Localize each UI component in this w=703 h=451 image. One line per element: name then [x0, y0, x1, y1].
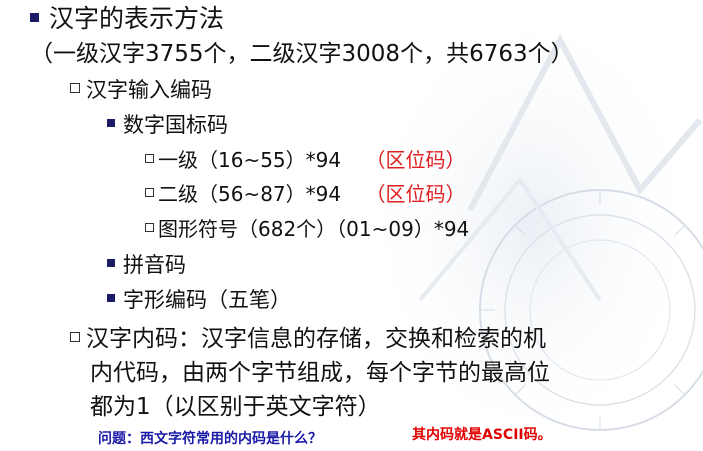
internal-code-line-1: 汉字内码：汉字信息的存储，交换和检索的机	[70, 328, 546, 351]
hollow-square-bullet-icon	[145, 188, 154, 197]
zixing-line: 字形编码（五笔）	[107, 290, 291, 311]
slide: 汉字的表示方法 （一级汉字3755个，二级汉字3008个，共6763个） 汉字输…	[0, 0, 703, 451]
title-line: 汉字的表示方法	[30, 6, 224, 31]
guobiao-item-text: 一级（16~55）*94	[158, 148, 342, 172]
square-bullet-icon	[107, 294, 115, 302]
guobiao-item-text: 二级（56~87）*94	[158, 182, 342, 206]
quwei-note: （区位码）	[365, 148, 466, 172]
answer-text: 其内码就是ASCII码。	[412, 427, 552, 443]
guobiao-item-1: 一级（16~55）*94 （区位码）	[145, 150, 465, 170]
guobiao-item-2: 二级（56~87）*94 （区位码）	[145, 184, 465, 204]
guobiao-label: 数字国标码	[123, 113, 228, 137]
quwei-note: （区位码）	[365, 182, 466, 206]
hollow-square-bullet-icon	[70, 331, 80, 342]
internal-code-line-3: 都为1（以区别于英文字符）	[90, 394, 381, 420]
subtitle: （一级汉字3755个，二级汉字3008个，共6763个）	[30, 41, 574, 67]
slide-title: 汉字的表示方法	[49, 4, 225, 33]
pinyin-line: 拼音码	[107, 255, 186, 276]
zixing-label: 字形编码（五笔）	[123, 288, 291, 312]
input-code-line: 汉字输入编码	[70, 80, 212, 101]
hollow-square-bullet-icon	[145, 223, 154, 232]
pinyin-label: 拼音码	[123, 253, 186, 277]
square-bullet-icon	[30, 12, 39, 22]
input-code-label: 汉字输入编码	[86, 78, 212, 102]
guobiao-line: 数字国标码	[107, 115, 228, 136]
square-bullet-icon	[107, 259, 115, 267]
guobiao-item-3: 图形符号（682个）（01~09）*94	[145, 219, 469, 239]
hollow-square-bullet-icon	[145, 154, 154, 163]
internal-code-text: 汉字内码：汉字信息的存储，交换和检索的机	[86, 326, 546, 352]
guobiao-item-text: 图形符号（682个）（01~09）*94	[158, 217, 470, 241]
internal-code-line-2: 内代码，由两个字节组成，每个字节的最高位	[90, 360, 550, 386]
question-text: 问题：西文字符常用的内码是什么？	[98, 431, 322, 447]
hollow-square-bullet-icon	[70, 83, 80, 93]
square-bullet-icon	[107, 119, 115, 127]
